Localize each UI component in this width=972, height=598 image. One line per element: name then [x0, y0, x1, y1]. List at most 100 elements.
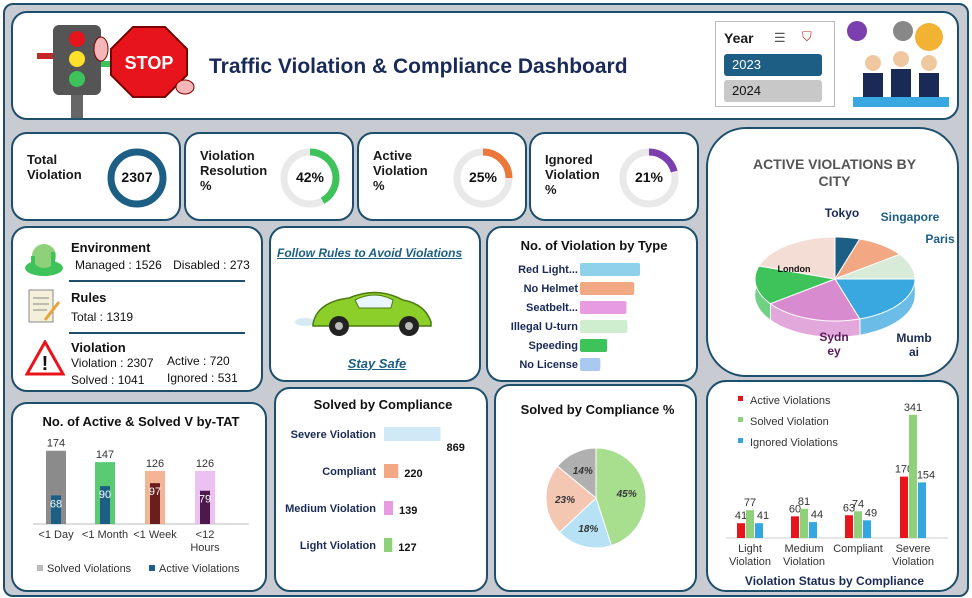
status-category-label: Violation — [892, 556, 934, 568]
status-bar — [909, 414, 917, 538]
tat-chart: 174 68 <1 Day 147 90 <1 Month 126 97 <1 Week 126 7… — [33, 438, 249, 575]
kpi-violation-resolution: Violation Resolution % 42% — [184, 132, 354, 221]
violation-values-row1: Violation : 2307 — [71, 356, 154, 370]
tat-solved-label: 147 — [96, 449, 114, 461]
kpi-label-line: Violation — [200, 148, 255, 163]
globe-plant-icon — [25, 244, 63, 276]
solved-compliance-chart: Severe Violation 869 Compliant 220 Medium Vi… — [285, 427, 465, 554]
rules-total-value: 1319 — [106, 310, 134, 324]
city-pie-chart: Tokyo Singapore Paris Mumbai Sydney London — [754, 206, 955, 359]
year-option-2023[interactable]: 2023 — [724, 54, 822, 76]
type-bar — [580, 282, 635, 295]
type-bar — [580, 320, 628, 333]
kpi-label-line: Violation — [373, 163, 428, 178]
kpi-label: Total Violation — [27, 152, 82, 182]
compliance-pie-label: 14% — [573, 466, 593, 477]
rules-title: Rules — [71, 290, 107, 305]
warning-icon: ! — [25, 340, 65, 376]
violation-ignored: Ignored : 531 — [167, 371, 238, 385]
tat-category-label: <1 Week — [133, 529, 177, 541]
tat-active-label: 79 — [199, 494, 211, 506]
compliance-pie-label: 23% — [554, 495, 575, 506]
type-category-label: Seatbelt... — [526, 302, 578, 314]
status-legend-swatch — [738, 417, 743, 422]
type-bar — [580, 301, 627, 314]
tat-active-label: 68 — [50, 498, 62, 510]
multi-select-icon[interactable]: ☰ — [774, 30, 786, 46]
disabled-value: 273 — [229, 258, 250, 272]
status-value-label: 49 — [865, 507, 877, 519]
type-bar — [580, 358, 601, 371]
summary-panel: Environment Managed : 1526 Disabled : 27… — [11, 226, 263, 392]
violation-by-type-panel: No. of Violation by Type Red Light... No … — [486, 226, 698, 382]
scroll-pencil-icon — [28, 289, 61, 323]
stop-sign-text: STOP — [125, 53, 174, 73]
tat-category-label: Hours — [190, 542, 220, 554]
clear-filter-icon[interactable]: ⛉ — [802, 29, 812, 45]
kpi-label-line: Resolution — [200, 163, 268, 178]
compliance-pie-label: 45% — [616, 489, 637, 500]
kpi-label-line: Ignored — [545, 152, 593, 167]
compliance-category-label: Light Violation — [300, 540, 376, 552]
city-pie-label: London — [778, 264, 811, 274]
status-category-label: Compliant — [833, 543, 883, 555]
city-pie-label: ey — [827, 344, 841, 358]
status-compliance-title: Violation Status by Compliance — [744, 574, 925, 588]
ignored-value: 531 — [217, 371, 238, 385]
kpi-ignored-violation: Ignored Violation % 21% — [529, 132, 699, 221]
status-legend-label: Ignored Violations — [750, 437, 838, 449]
city-pie-label: Mumb — [896, 331, 931, 345]
status-legend-label: Active Violations — [750, 395, 831, 407]
status-value-label: 77 — [744, 497, 756, 509]
header-panel: STOP Traffic Violation & Compliance Dash… — [11, 11, 959, 120]
status-value-label: 41 — [757, 510, 769, 522]
environment-values: Managed : 1526 Disabled : 273 — [75, 258, 250, 272]
compliance-category-label: Severe Violation — [291, 429, 377, 441]
tat-category-label: <1 Day — [38, 529, 74, 541]
kpi-label-line: Violation — [545, 167, 600, 182]
status-category-label: Severe — [896, 543, 931, 555]
compliance-bar — [384, 501, 394, 515]
status-value-label: 44 — [811, 509, 823, 521]
city-pie-panel: ACTIVE VIOLATIONS BY CITY Tokyo Singapore… — [706, 127, 959, 377]
legend-label-active: Active Violations — [159, 563, 240, 575]
legend-swatch-active — [149, 565, 155, 571]
legend-label-solved: Solved Violations — [47, 563, 132, 575]
status-bar — [854, 511, 862, 538]
type-category-label: Red Light... — [518, 264, 578, 276]
violation-label: Violation : — [71, 356, 124, 370]
tat-panel: No. of Active & Solved V by-TAT 174 68 <1 … — [11, 402, 267, 592]
status-legend-label: Solved Violation — [750, 416, 829, 428]
stop-sign-icon: STOP — [93, 26, 195, 98]
promo-panel: Follow Rules to Avoid Violations Stay Sa… — [269, 226, 481, 382]
status-category-label: Light — [738, 543, 762, 555]
status-value-label: 81 — [798, 496, 810, 508]
solved-compliance-panel: Solved by Compliance Severe Violation 869… — [274, 387, 488, 592]
tat-category-label: <12 — [196, 529, 215, 541]
year-option-2024[interactable]: 2024 — [724, 80, 822, 102]
status-category-label: Medium — [784, 543, 823, 555]
svg-text:!: ! — [42, 353, 49, 375]
promo-heading: Follow Rules to Avoid Violations — [277, 246, 463, 260]
status-category-label: Violation — [729, 556, 771, 568]
status-bar — [755, 523, 763, 538]
type-category-label: No Helmet — [524, 283, 579, 295]
status-compliance-chart: Active Violations Solved Violation Ignored… — [726, 395, 948, 568]
compliance-pie-label: 18% — [578, 524, 598, 535]
kpi-value: 42% — [295, 169, 325, 185]
compliance-bar — [384, 427, 441, 441]
kpi-label: Violation Resolution % — [200, 148, 267, 193]
environment-title: Environment — [71, 240, 151, 255]
city-pie-label: Paris — [925, 232, 955, 246]
car-icon — [295, 291, 432, 336]
promo-footer: Stay Safe — [347, 356, 407, 371]
status-legend-swatch — [738, 396, 743, 401]
city-pie-label: ai — [909, 345, 919, 359]
tat-category-label: <1 Month — [82, 529, 128, 541]
kpi-label-line: % — [373, 178, 385, 193]
kpi-label: Ignored Violation % — [545, 152, 600, 197]
status-bar — [746, 510, 754, 538]
type-bar — [580, 339, 608, 352]
kpi-active-violation: Active Violation % 25% — [357, 132, 527, 221]
kpi-label-line: % — [200, 178, 212, 193]
